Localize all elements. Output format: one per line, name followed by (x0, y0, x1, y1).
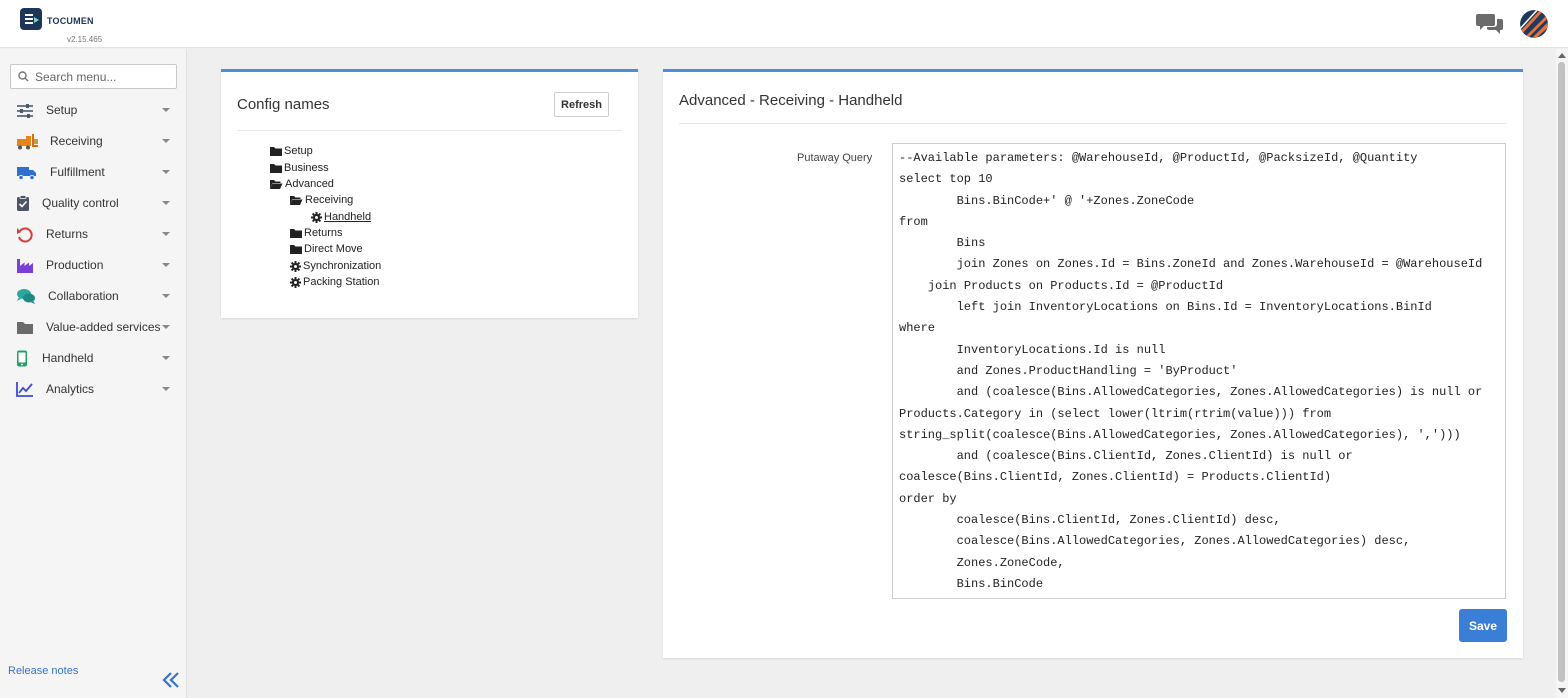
sidebar-item-receiving[interactable]: Receiving (0, 126, 187, 157)
tree-item-synchronization[interactable]: Synchronization (290, 260, 381, 272)
sidebar-item-label: Receiving (50, 134, 103, 148)
chevron-down-icon (162, 201, 170, 205)
sidebar-item-label: Setup (46, 103, 78, 117)
factory-icon (17, 259, 33, 273)
sidebar-item-label: Value-added services (46, 320, 161, 334)
chevron-down-icon (162, 325, 170, 329)
panel-title: Config names (237, 96, 330, 113)
app-version: v2.15.465 (67, 35, 103, 44)
tree-item-handheld[interactable]: Handheld (311, 211, 371, 223)
sidebar-item-setup[interactable]: Setup (0, 95, 187, 126)
tree-item-label: Setup (284, 145, 313, 157)
tree-item-business[interactable]: Business (270, 162, 329, 174)
save-button[interactable]: Save (1459, 609, 1507, 642)
sidebar-item-production[interactable]: Production (0, 250, 187, 281)
chevron-down-icon (162, 232, 170, 236)
search-icon (18, 71, 29, 82)
tree-item-returns[interactable]: Returns (290, 227, 343, 239)
chat-bubbles-icon (17, 289, 35, 304)
scroll-up-icon[interactable] (1558, 53, 1566, 58)
undo-icon (17, 227, 33, 243)
chevron-down-icon (162, 263, 170, 267)
chevron-down-icon (162, 139, 170, 143)
tree-item-label: Receiving (305, 194, 354, 206)
user-avatar[interactable] (1520, 10, 1548, 38)
tree-item-label: Returns (304, 227, 343, 239)
divider (237, 130, 622, 131)
sidebar-item-value-added-services[interactable]: Value-added services (0, 312, 187, 343)
page-scrollbar[interactable] (1556, 49, 1568, 698)
chevron-down-icon (162, 387, 170, 391)
sidebar-item-label: Quality control (42, 196, 119, 210)
sidebar-item-quality-control[interactable]: Quality control (0, 188, 187, 219)
folder-open-icon (290, 196, 303, 205)
divider (679, 123, 1506, 124)
folder-icon (17, 322, 33, 334)
chevron-down-icon (162, 356, 170, 360)
sidebar-item-label: Handheld (42, 351, 94, 365)
sidebar-item-fulfillment[interactable]: Fulfillment (0, 157, 187, 188)
clipboard-check-icon (17, 195, 29, 211)
folder-icon (290, 229, 302, 238)
putaway-query-textarea[interactable]: --Available parameters: @WarehouseId, @P… (892, 143, 1506, 599)
folder-icon (290, 245, 302, 254)
tree-item-setup[interactable]: Setup (270, 145, 313, 157)
sidebar-item-label: Analytics (46, 382, 95, 396)
forklift-icon (17, 134, 38, 150)
gear-icon (290, 276, 301, 288)
tree-item-label: Business (284, 162, 329, 174)
sidebar-item-label: Fulfillment (50, 165, 105, 179)
chevron-down-icon (162, 294, 170, 298)
app-logo[interactable]: TOCUMEN (20, 8, 94, 30)
sliders-icon (17, 104, 33, 118)
config-names-panel: Config names Refresh Setup Business Adva… (221, 69, 638, 318)
tree-item-direct-move[interactable]: Direct Move (290, 243, 363, 255)
gear-icon (290, 260, 301, 272)
sidebar-item-label: Returns (46, 227, 89, 241)
chart-line-icon (16, 382, 33, 397)
tree-item-label: Advanced (285, 178, 334, 190)
sidebar: Setup Receiving Fulfillment (0, 49, 187, 698)
sidebar-item-analytics[interactable]: Analytics (0, 374, 187, 405)
tree-item-label: Packing Station (303, 276, 380, 288)
tree-item-label: Synchronization (303, 260, 382, 272)
config-editor-panel: Advanced - Receiving - Handheld Putaway … (663, 69, 1523, 658)
chat-icon[interactable] (1476, 11, 1504, 35)
chevron-down-icon (162, 108, 170, 112)
search-input[interactable] (35, 68, 173, 86)
tree-item-receiving[interactable]: Receiving (290, 194, 353, 206)
tree-item-packing-station[interactable]: Packing Station (290, 276, 379, 288)
top-bar: TOCUMEN v2.15.465 (0, 0, 1568, 48)
truck-icon (17, 167, 36, 181)
gear-icon (311, 211, 322, 223)
logo-text: TOCUMEN (47, 16, 94, 26)
panel-title: Advanced - Receiving - Handheld (679, 92, 903, 109)
mobile-icon (17, 350, 27, 367)
putaway-query-label: Putaway Query (797, 152, 873, 164)
sidebar-item-handheld[interactable]: Handheld (0, 343, 187, 374)
sidebar-item-label: Collaboration (48, 289, 119, 303)
chevron-down-icon (162, 170, 170, 174)
tree-item-label: Handheld (324, 211, 372, 223)
release-notes-link[interactable]: Release notes (8, 665, 78, 677)
scroll-down-icon[interactable] (1558, 688, 1566, 693)
sidebar-item-returns[interactable]: Returns (0, 219, 187, 250)
folder-open-icon (270, 180, 283, 189)
tree-item-advanced[interactable]: Advanced (270, 178, 334, 190)
side-nav: Setup Receiving Fulfillment Quality cont… (0, 95, 187, 405)
tree-item-label: Direct Move (304, 243, 363, 255)
folder-icon (270, 147, 282, 156)
search-box (10, 64, 177, 89)
folder-icon (270, 164, 282, 173)
query-text: --Available parameters: @WarehouseId, @P… (899, 151, 1483, 591)
scroll-thumb[interactable] (1558, 62, 1565, 682)
collapse-sidebar-icon[interactable] (160, 671, 182, 689)
sidebar-item-collaboration[interactable]: Collaboration (0, 281, 187, 312)
sidebar-item-label: Production (46, 258, 104, 272)
logo-icon (20, 8, 42, 30)
refresh-button[interactable]: Refresh (554, 92, 609, 117)
